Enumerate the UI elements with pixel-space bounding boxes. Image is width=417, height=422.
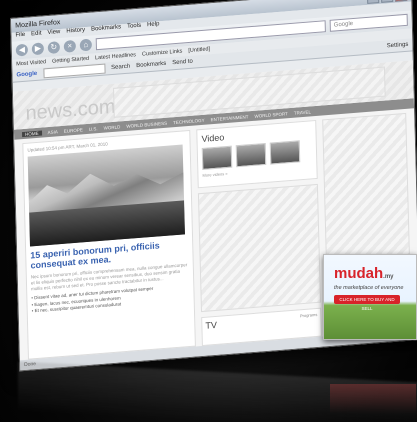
nav-world-sport[interactable]: WORLD SPORT: [254, 111, 288, 119]
minimize-button[interactable]: –: [366, 0, 380, 4]
nav-world[interactable]: WORLD: [104, 124, 121, 130]
nav-asia[interactable]: ASIA: [47, 129, 57, 135]
nav-world-business[interactable]: WORLD BUSINESS: [126, 120, 167, 128]
menu-file[interactable]: File: [15, 32, 25, 42]
placeholder-panel: [197, 183, 321, 312]
forward-icon[interactable]: ▶: [31, 42, 45, 56]
menu-view[interactable]: View: [47, 29, 60, 39]
nav-home[interactable]: HOME: [21, 130, 42, 137]
google-send-button[interactable]: Send to: [172, 59, 193, 67]
nav-us[interactable]: U.S.: [89, 126, 98, 132]
ad-brand: mudah.my: [334, 265, 394, 282]
photo-stage: Mozilla Firefox – □ × File Edit View His…: [0, 0, 417, 422]
bookmark-most-visited[interactable]: Most Visited: [16, 59, 46, 67]
nav-travel[interactable]: TRAVEL: [294, 109, 311, 115]
google-bookmarks-button[interactable]: Bookmarks: [136, 61, 166, 69]
site-logo[interactable]: news.com: [25, 96, 116, 126]
mudah-ad[interactable]: mudah.my the marketplace of everyone CLI…: [323, 254, 417, 340]
tv-title: TV: [205, 319, 218, 331]
nav-europe[interactable]: EUROPE: [64, 127, 83, 133]
story-image[interactable]: [27, 144, 185, 247]
video-panel: Video More videos »: [196, 119, 318, 189]
menu-edit[interactable]: Edit: [31, 31, 42, 41]
video-thumbnail[interactable]: [235, 142, 267, 168]
reload-icon[interactable]: ↻: [47, 41, 61, 55]
google-settings-button[interactable]: Settings: [387, 42, 409, 50]
bookmark-untitled[interactable]: [Untitled]: [188, 46, 210, 54]
video-thumbnail[interactable]: [201, 145, 233, 170]
ad-reflection: [330, 384, 416, 414]
google-logo: Google: [16, 70, 38, 79]
menu-tools[interactable]: Tools: [127, 23, 141, 33]
stop-icon[interactable]: ×: [63, 39, 76, 53]
google-search-input[interactable]: [43, 63, 106, 79]
middle-column: Video More videos » TV Programs: [196, 119, 322, 347]
nav-entertainment[interactable]: ENTERTAINMENT: [211, 114, 249, 122]
video-thumbnail[interactable]: [269, 140, 301, 165]
programs-label[interactable]: Programs: [300, 312, 318, 335]
nav-technology[interactable]: TECHNOLOGY: [173, 117, 205, 124]
ad-tagline: the marketplace of everyone: [334, 285, 404, 291]
home-icon[interactable]: ⌂: [79, 38, 92, 52]
back-icon[interactable]: ◀: [15, 43, 29, 57]
ad-cta-button[interactable]: CLICK HERE TO BUY AND SELL: [334, 295, 400, 311]
menu-history[interactable]: History: [66, 27, 85, 37]
google-search-button[interactable]: Search: [111, 64, 130, 71]
menu-help[interactable]: Help: [147, 21, 160, 31]
main-story: Updated 10:54 pm ART, March 01, 2010 15 …: [22, 129, 196, 360]
